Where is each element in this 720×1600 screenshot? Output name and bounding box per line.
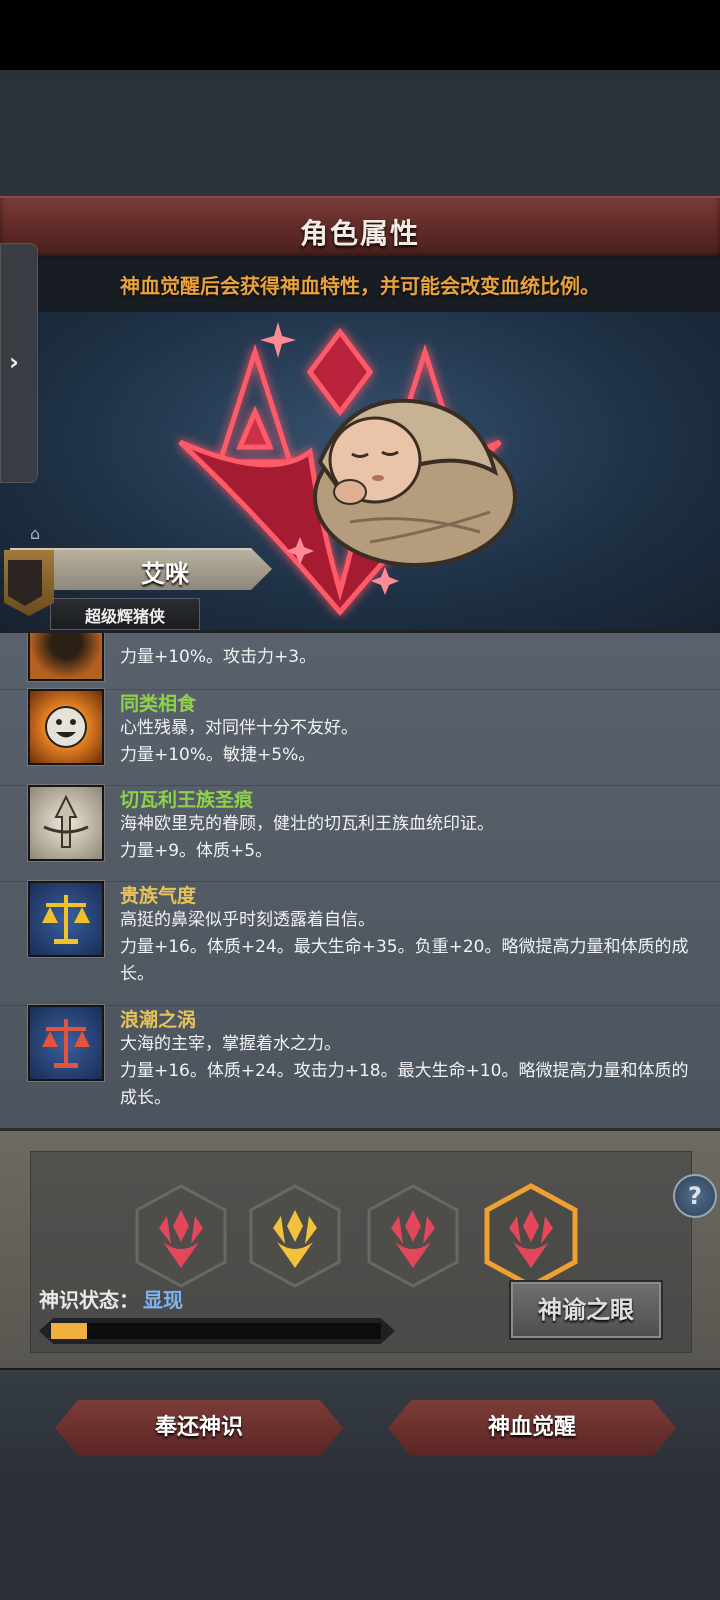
page-subtitle: 神血觉醒后会获得神血特性，并可能会改变血统比例。	[120, 274, 600, 298]
screen: 角色属性 神血觉醒后会获得神血特性，并可能会改变血统比例。 › ⌂ 艾咪 超级辉…	[0, 0, 720, 1600]
trait-stats: 力量+16。体质+24。攻击力+18。最大生命+10。略微提高力量和体质的成长。	[120, 1061, 689, 1108]
chevron-right-icon: ›	[9, 348, 19, 376]
character-class: 超级辉猪侠	[84, 607, 165, 626]
subtitle-bar: 神血觉醒后会获得神血特性，并可能会改变血统比例。	[0, 256, 720, 312]
trait-stats: 力量+16。体质+24。最大生命+35。负重+20。略微提高力量和体质的成长。	[120, 937, 689, 984]
trait-name: 切瓦利王族圣痕	[120, 789, 254, 811]
crimson-sigil-icon[interactable]	[133, 1182, 229, 1290]
crimson-sigil-icon[interactable]	[365, 1182, 461, 1290]
progress-track	[51, 1323, 381, 1339]
return-divine-label: 奉还神识	[154, 1415, 243, 1440]
oracle-eye-button[interactable]: 神谕之眼	[509, 1280, 663, 1340]
trait-name: 贵族气度	[120, 885, 197, 907]
page-title: 角色属性	[299, 217, 420, 250]
panel-header: 角色属性	[0, 196, 720, 258]
trait-description: 海神欧里克的眷顾，健壮的切瓦利王族血统印证。	[120, 814, 494, 834]
trait-name: 浪潮之涡	[120, 1009, 197, 1031]
trait-description: 高挺的鼻梁似乎时刻透露着自信。	[120, 910, 375, 930]
help-icon[interactable]: ?	[673, 1174, 717, 1218]
side-drawer-tab[interactable]: ›	[0, 243, 38, 483]
divine-panel: ? 神识状态： 显现 神谕之眼	[0, 1128, 720, 1371]
gold-scales-icon	[28, 881, 104, 957]
awaken-bloodline-label: 神血觉醒	[487, 1415, 576, 1440]
red-scales-icon	[28, 1005, 104, 1081]
sun-face-icon	[28, 633, 104, 681]
awaken-bloodline-button[interactable]: 神血觉醒	[388, 1400, 676, 1456]
status-bar	[0, 0, 720, 70]
trait-stats: 力量+10%。攻击力+3。	[120, 647, 317, 667]
trait-description: 大海的主宰，掌握着水之力。	[120, 1034, 341, 1054]
divine-status-value: 显现	[143, 1288, 183, 1312]
trait-row: 贵族气度 高挺的鼻梁似乎时刻透露着自信。 力量+16。体质+24。最大生命+35…	[0, 881, 720, 1006]
trait-list[interactable]: 力量+10%。攻击力+3。 同类相食 心性残暴，对同伴十分不友好。 力量+10%…	[0, 630, 720, 1131]
bottom-area	[0, 1478, 720, 1600]
trait-name: 同类相食	[120, 693, 197, 715]
trait-row: 力量+10%。攻击力+3。	[0, 633, 720, 690]
crimson-sigil-selected-icon[interactable]	[483, 1182, 579, 1290]
return-divine-button[interactable]: 奉还神识	[55, 1400, 343, 1456]
trident-crest-icon	[28, 785, 104, 861]
divine-status-label: 神识状态：	[39, 1288, 139, 1312]
action-footer: 奉还神识 神血觉醒	[0, 1368, 720, 1480]
divine-inner-box: ? 神识状态： 显现 神谕之眼	[30, 1151, 717, 1353]
home-icon[interactable]: ⌂	[30, 524, 40, 543]
grin-face-icon	[28, 689, 104, 765]
character-name: 艾咪	[141, 560, 189, 588]
trait-row: 浪潮之涡 大海的主宰，掌握着水之力。 力量+16。体质+24。攻击力+18。最大…	[0, 1005, 720, 1131]
trait-stats: 力量+10%。敏捷+5%。	[120, 745, 316, 765]
trait-row: 同类相食 心性残暴，对同伴十分不友好。 力量+10%。敏捷+5%。	[0, 689, 720, 786]
class-band: 超级辉猪侠	[50, 598, 200, 630]
golden-sigil-icon[interactable]	[247, 1182, 343, 1290]
trait-stats: 力量+9。体质+5。	[120, 841, 273, 861]
divine-progress-bar	[39, 1318, 395, 1344]
trait-row: 切瓦利王族圣痕 海神欧里克的眷顾，健壮的切瓦利王族血统印证。 力量+9。体质+5…	[0, 785, 720, 882]
progress-fill	[51, 1323, 88, 1339]
swaddled-baby-portrait	[313, 398, 517, 567]
trait-description: 心性残暴，对同伴十分不友好。	[120, 718, 358, 738]
